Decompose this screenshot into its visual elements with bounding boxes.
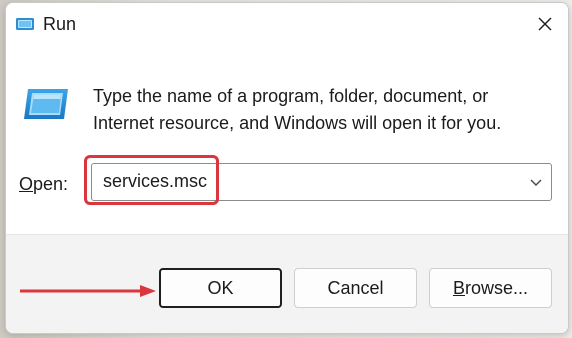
instruction-text: Type the name of a program, folder, docu… <box>93 86 502 133</box>
browse-access-key: B <box>452 277 465 298</box>
close-button[interactable] <box>522 3 568 45</box>
cancel-button[interactable]: Cancel <box>294 268 417 308</box>
pointer-arrow-icon <box>20 285 156 297</box>
window-title: Run <box>43 14 77 34</box>
browse-button[interactable]: Browse... <box>429 268 552 308</box>
open-label: Open: <box>19 174 69 194</box>
title-bar[interactable]: Run <box>6 3 568 45</box>
close-icon <box>538 17 552 31</box>
highlight-box <box>84 155 219 205</box>
browse-label: rowse... <box>464 277 529 298</box>
run-dialog: Run Type the name of a program, folder, … <box>5 2 569 334</box>
button-bar: OK Cancel Browse... <box>6 234 568 333</box>
run-icon <box>16 18 34 30</box>
run-program-icon <box>24 89 68 119</box>
chevron-down-icon[interactable] <box>527 173 545 191</box>
ok-button[interactable]: OK <box>159 268 282 308</box>
dialog-content: Type the name of a program, folder, docu… <box>6 45 568 234</box>
